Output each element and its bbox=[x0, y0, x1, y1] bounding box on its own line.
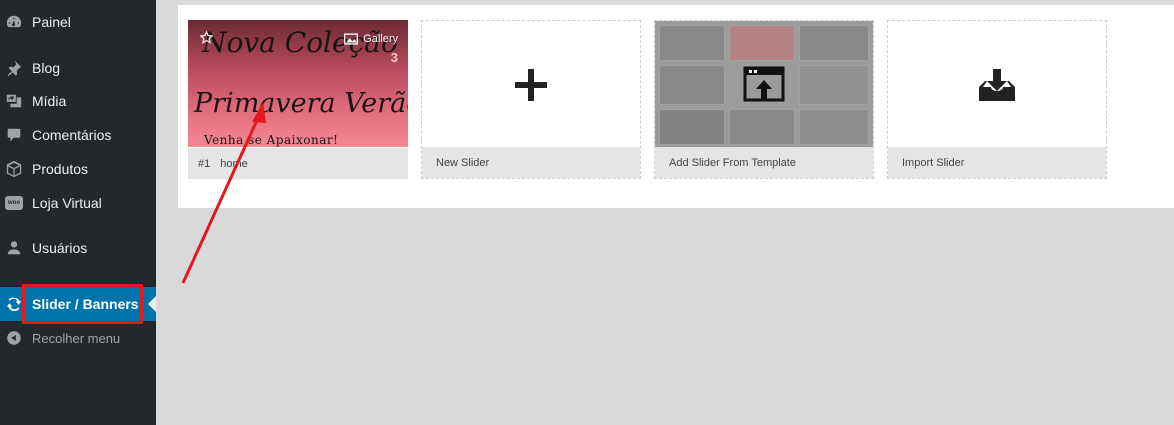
media-icon bbox=[4, 91, 24, 111]
template-upload-icon[interactable] bbox=[655, 21, 873, 148]
star-icon[interactable] bbox=[199, 30, 214, 49]
sidebar-item-label: Produtos bbox=[32, 161, 89, 177]
collapse-menu-button[interactable]: Recolher menu bbox=[0, 321, 156, 355]
comment-icon bbox=[4, 125, 24, 145]
sidebar-item-label: Loja Virtual bbox=[32, 195, 102, 211]
box-icon bbox=[4, 159, 24, 179]
sidebar-item-label: Recolher menu bbox=[32, 330, 121, 346]
image-icon bbox=[344, 33, 359, 45]
admin-sidebar: Painel Blog Mídia Comentários Produtos w… bbox=[0, 0, 156, 425]
new-slider-card[interactable]: New Slider bbox=[421, 20, 641, 179]
slide-count: 3 bbox=[390, 50, 398, 65]
sidebar-item-produtos[interactable]: Produtos bbox=[0, 152, 156, 186]
sidebar-item-painel[interactable]: Painel bbox=[0, 5, 156, 39]
collapse-icon bbox=[4, 328, 24, 348]
slider-thumbnail[interactable]: Nova Coleção Primavera Verão Venha se Ap… bbox=[188, 20, 408, 147]
sidebar-item-label: Blog bbox=[32, 60, 61, 76]
pin-icon bbox=[4, 58, 24, 78]
slider-overview-panel: Nova Coleção Primavera Verão Venha se Ap… bbox=[178, 5, 1174, 208]
highlight-box bbox=[22, 284, 143, 324]
sidebar-item-usuarios[interactable]: Usuários bbox=[0, 231, 156, 265]
import-slider-label[interactable]: Import Slider bbox=[888, 147, 1106, 178]
add-slider-from-template-card[interactable]: Add Slider From Template bbox=[654, 20, 874, 179]
refresh-icon bbox=[4, 294, 24, 314]
import-slider-card[interactable]: Import Slider bbox=[887, 20, 1107, 179]
import-icon[interactable] bbox=[888, 21, 1106, 148]
sidebar-item-label: Usuários bbox=[32, 240, 88, 256]
user-icon bbox=[4, 238, 24, 258]
new-slider-label[interactable]: New Slider bbox=[422, 147, 640, 178]
slider-card-footer[interactable]: #1 home bbox=[188, 148, 408, 179]
sidebar-item-comentarios[interactable]: Comentários bbox=[0, 118, 156, 152]
add-slider-from-template-label[interactable]: Add Slider From Template bbox=[655, 147, 873, 178]
woo-badge: woo bbox=[5, 196, 23, 210]
sidebar-item-midia[interactable]: Mídia bbox=[0, 84, 156, 118]
thumb-text-line3: Venha se Apaixonar! bbox=[204, 133, 339, 147]
slider-id: #1 bbox=[198, 157, 211, 170]
slider-name: home bbox=[220, 157, 248, 170]
dashboard-icon bbox=[4, 12, 24, 32]
sidebar-item-blog[interactable]: Blog bbox=[0, 51, 156, 85]
slider-type-label: Gallery bbox=[344, 33, 398, 45]
plus-icon[interactable] bbox=[422, 21, 640, 148]
sidebar-item-label: Painel bbox=[32, 14, 71, 30]
woo-icon: woo bbox=[4, 193, 24, 213]
slider-card-home[interactable]: Nova Coleção Primavera Verão Venha se Ap… bbox=[188, 20, 408, 179]
sidebar-item-label: Mídia bbox=[32, 93, 67, 109]
sidebar-item-loja-virtual[interactable]: woo Loja Virtual bbox=[0, 186, 156, 220]
thumb-text-line2: Primavera Verão bbox=[194, 88, 408, 119]
sidebar-item-label: Comentários bbox=[32, 127, 112, 143]
